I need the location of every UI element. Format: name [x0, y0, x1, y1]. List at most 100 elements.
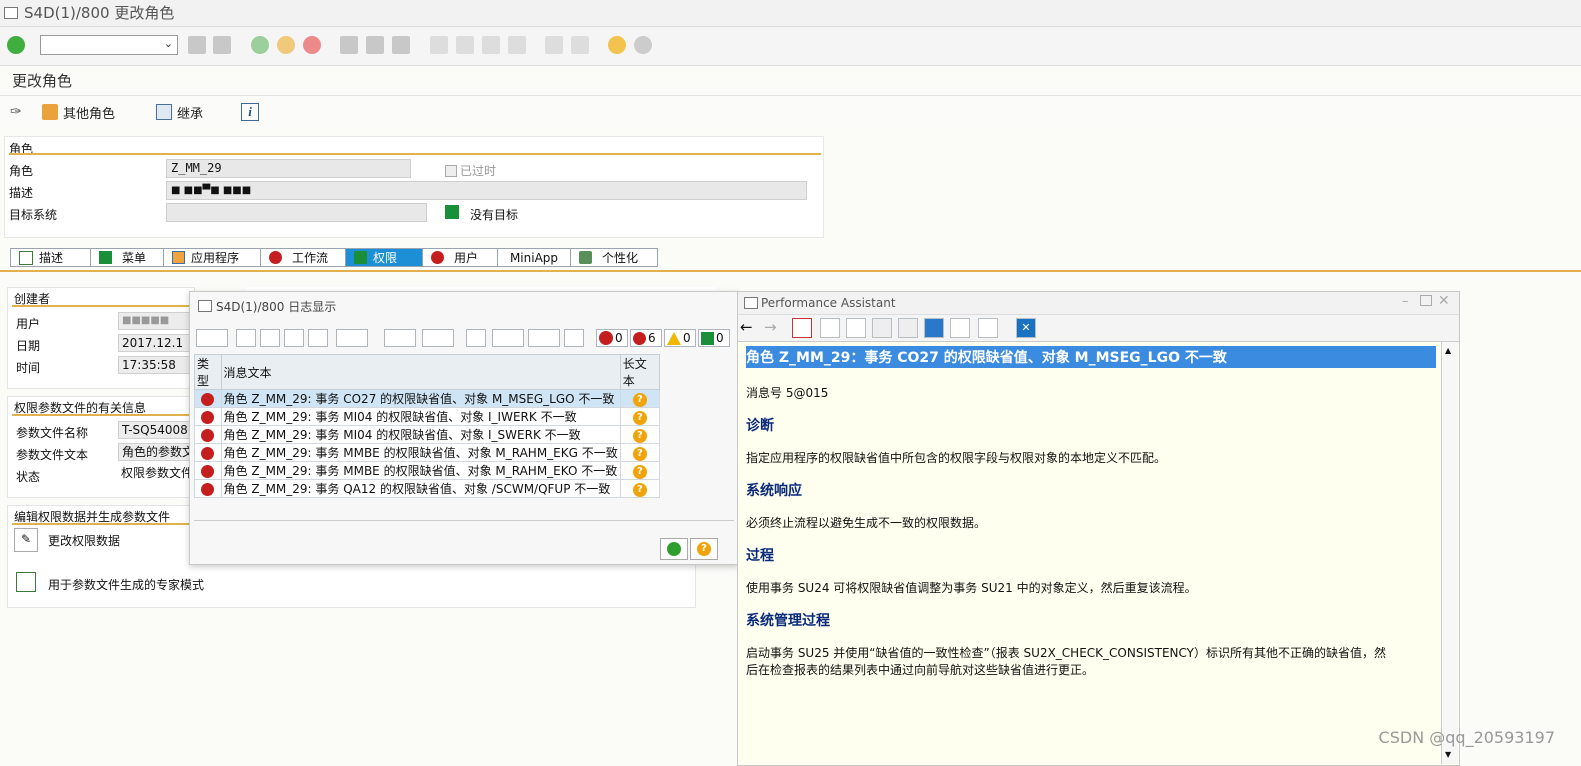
col-longtext[interactable]: 长文本: [619, 354, 661, 390]
maximize-icon[interactable]: [1420, 295, 1432, 306]
col-message-text[interactable]: 消息文本: [220, 354, 621, 390]
table-row[interactable]: 角色 Z_MM_29: 事务 CO27 的权限缺省值、对象 M_MSEG_LGO…: [194, 389, 661, 408]
role-field[interactable]: Z_MM_29: [166, 159, 411, 178]
close-panel-icon[interactable]: ✕: [1016, 318, 1036, 338]
exit-icon[interactable]: [277, 36, 295, 54]
profile-name-field[interactable]: T-SQ54008: [118, 421, 194, 439]
obsolete-checkbox[interactable]: 已过时: [445, 162, 496, 179]
print-icon[interactable]: [466, 329, 486, 347]
export-icon[interactable]: [528, 329, 560, 347]
info-button[interactable]: i: [241, 102, 259, 122]
vertical-scrollbar[interactable]: ▲ ▼: [1441, 342, 1458, 764]
expert-mode-button[interactable]: 用于参数文件生成的专家模式: [48, 576, 204, 593]
table-row[interactable]: 角色 Z_MM_29: 事务 QA12 的权限缺省值、对象 /SCWM/QFUP…: [194, 479, 661, 498]
disabled-user-icon[interactable]: [898, 318, 918, 338]
tools-icon[interactable]: [820, 318, 840, 338]
find-icon[interactable]: [366, 36, 384, 54]
info-count-button[interactable]: 0: [698, 329, 730, 347]
status-value: 权限参数文件: [118, 465, 194, 483]
application-toolbar: ✑ 其他角色 继承 i: [0, 95, 1581, 128]
last-page-icon[interactable]: [508, 36, 526, 54]
command-field[interactable]: ⌄: [40, 35, 178, 55]
layout-icon[interactable]: [564, 329, 584, 347]
print-icon[interactable]: [340, 36, 358, 54]
user-field[interactable]: ■■■■■: [118, 312, 194, 330]
chevron-down-icon[interactable]: ⌄: [164, 37, 173, 50]
other-roles-button[interactable]: 其他角色: [42, 102, 115, 122]
subtotal-icon[interactable]: [422, 329, 454, 347]
tab-description[interactable]: 描述: [10, 248, 91, 267]
table-row[interactable]: 角色 Z_MM_29: 事务 MMBE 的权限缺省值、对象 M_RAHM_EKG…: [194, 443, 661, 462]
tab-users[interactable]: 用户: [423, 248, 498, 267]
change-auth-data-button[interactable]: 更改权限数据: [48, 532, 120, 549]
previous-page-icon[interactable]: [456, 36, 474, 54]
cancel-icon[interactable]: [303, 36, 321, 54]
sort-desc-icon[interactable]: [260, 329, 280, 347]
back-icon[interactable]: [251, 36, 269, 54]
display-change-button[interactable]: ✑: [10, 102, 22, 122]
col-type[interactable]: 类型: [194, 354, 222, 390]
confirm-button[interactable]: [660, 538, 688, 560]
longtext-icon[interactable]: ?: [632, 464, 647, 479]
find-icon[interactable]: [284, 329, 304, 347]
enter-check-icon[interactable]: [7, 36, 25, 54]
find-next-icon[interactable]: [308, 329, 328, 347]
tab-authorizations[interactable]: 权限: [346, 248, 423, 267]
scroll-down-icon[interactable]: ▼: [1445, 750, 1451, 759]
inherit-button[interactable]: 继承: [156, 102, 203, 122]
back-double-arrow-icon[interactable]: [188, 36, 206, 54]
longtext-icon[interactable]: ?: [632, 392, 647, 407]
tab-label: 个性化: [602, 251, 639, 265]
edit-doc-icon[interactable]: [846, 318, 866, 338]
views-icon[interactable]: [492, 329, 524, 347]
bookmark-icon[interactable]: [978, 318, 998, 338]
flag-icon[interactable]: [924, 318, 944, 338]
back-arrow-icon[interactable]: ←: [740, 318, 760, 338]
expert-mode-icon[interactable]: [16, 572, 36, 592]
forward-arrow-icon[interactable]: →: [764, 318, 784, 338]
time-field[interactable]: 17:35:58: [118, 356, 194, 374]
details-icon[interactable]: [196, 329, 228, 347]
error-icon: [201, 410, 215, 424]
section-divider: [9, 153, 821, 155]
print-icon[interactable]: [950, 318, 970, 338]
sort-asc-icon[interactable]: [236, 329, 256, 347]
filter-icon[interactable]: [336, 329, 368, 347]
create-session-icon[interactable]: [545, 36, 563, 54]
scroll-up-icon[interactable]: ▲: [1445, 346, 1451, 355]
help-button[interactable]: ?: [690, 538, 718, 560]
find-next-icon[interactable]: [392, 36, 410, 54]
tab-menu[interactable]: 菜单: [91, 248, 164, 267]
gear-icon[interactable]: [634, 36, 652, 54]
target-system-field[interactable]: [166, 203, 427, 222]
stop-count-button[interactable]: 0: [596, 329, 628, 347]
close-icon[interactable]: ✕: [1438, 293, 1450, 309]
table-row[interactable]: 角色 Z_MM_29: 事务 MI04 的权限缺省值、对象 I_IWERK 不一…: [194, 407, 661, 426]
table-row[interactable]: 角色 Z_MM_29: 事务 MI04 的权限缺省值、对象 I_SWERK 不一…: [194, 425, 661, 444]
warning-count-button[interactable]: 0: [664, 329, 696, 347]
technical-info-icon[interactable]: [792, 318, 812, 338]
desc-field[interactable]: ■ ■■▀■ ■■■: [166, 181, 807, 200]
minimize-icon[interactable]: –: [1402, 294, 1409, 309]
save-icon[interactable]: [213, 36, 231, 54]
help-icon[interactable]: [608, 36, 626, 54]
table-row[interactable]: 角色 Z_MM_29: 事务 MMBE 的权限缺省值、对象 M_RAHM_EKO…: [194, 461, 661, 480]
longtext-icon[interactable]: ?: [632, 482, 647, 497]
tab-workflow[interactable]: 工作流: [261, 248, 346, 267]
profile-text-field[interactable]: 角色的参数文: [118, 443, 194, 461]
tab-miniapp[interactable]: MiniApp: [498, 248, 571, 267]
tab-applications[interactable]: 应用程序: [164, 248, 261, 267]
longtext-icon[interactable]: ?: [632, 446, 647, 461]
date-label: 日期: [16, 339, 41, 353]
tab-personalization[interactable]: 个性化: [571, 248, 658, 267]
shortcut-icon[interactable]: [571, 36, 589, 54]
disabled-tool-icon[interactable]: [872, 318, 892, 338]
next-page-icon[interactable]: [482, 36, 500, 54]
first-page-icon[interactable]: [430, 36, 448, 54]
date-field[interactable]: 2017.12.1: [118, 334, 194, 352]
longtext-icon[interactable]: ?: [632, 428, 647, 443]
error-count-button[interactable]: 6: [630, 329, 662, 347]
sum-icon[interactable]: [384, 329, 416, 347]
edit-pencil-icon[interactable]: ✎: [14, 528, 38, 552]
longtext-icon[interactable]: ?: [632, 410, 647, 425]
